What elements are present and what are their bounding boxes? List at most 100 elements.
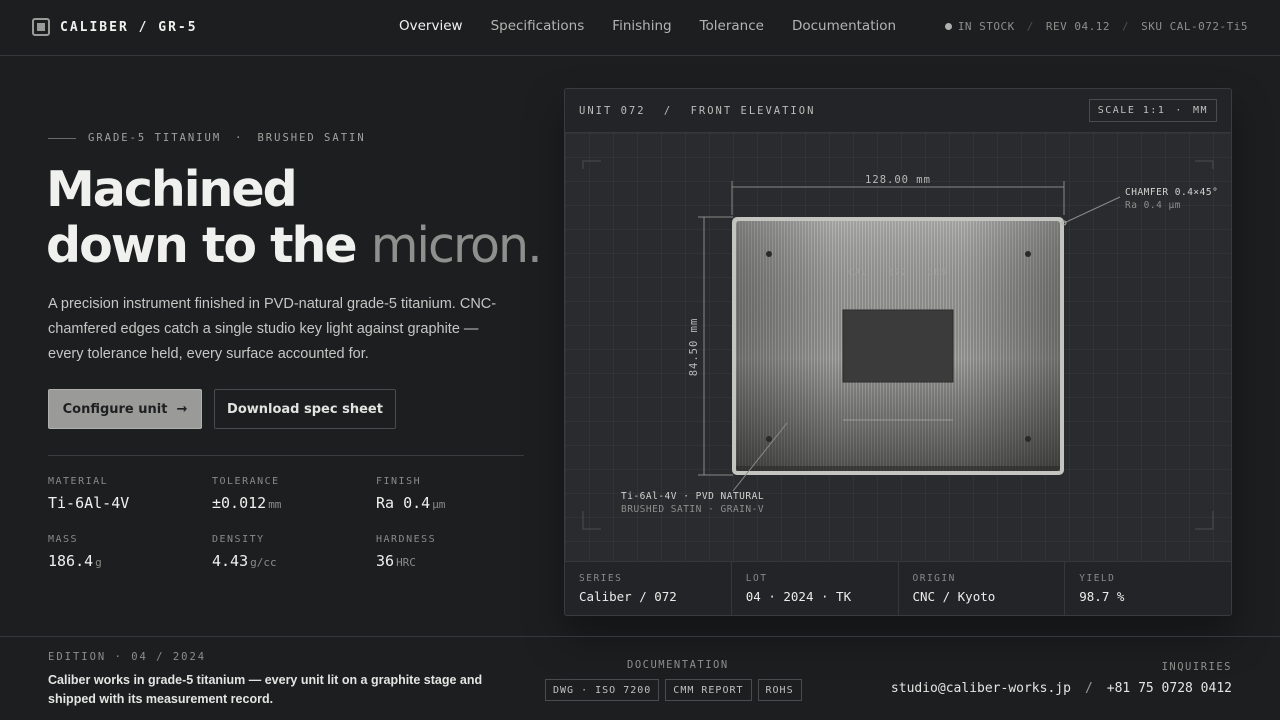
- spec-label: TOLERANCE: [212, 476, 280, 487]
- spec-number: 186.4: [48, 552, 94, 570]
- metric-series: SERIES Caliber / 072: [565, 562, 732, 615]
- hero-description: A precision instrument finished in PVD-n…: [48, 296, 497, 362]
- scale-separator: ·: [1175, 105, 1183, 116]
- metric-value: 98.7 %: [1079, 589, 1125, 604]
- metric-lot: LOT 04 · 2024 · TK: [732, 562, 899, 615]
- spec-unit: g: [95, 556, 102, 569]
- spec-number: 4.43: [212, 552, 249, 570]
- spec-value: Ti-6Al-4V: [48, 494, 131, 512]
- chamfer-callout: CHAMFER 0.4×45°: [1125, 187, 1218, 198]
- spec-unit: mm: [268, 498, 282, 511]
- footer-blurb: Caliber works in grade-5 titanium — ever…: [48, 673, 483, 706]
- scale-ratio: SCALE 1:1: [1097, 105, 1166, 116]
- plate-engraving: CAL · 072 · GR5: [848, 268, 947, 278]
- brand[interactable]: CALIBER / GR-5: [32, 18, 198, 36]
- spec-finish: FINISH Ra 0.4 µm: [376, 476, 445, 512]
- spec-material: MATERIAL Ti-6Al-4V: [48, 476, 131, 512]
- doc-tag-drawing[interactable]: DWG · ISO 7200: [545, 679, 660, 701]
- metric-value: CNC / Kyoto: [912, 589, 996, 604]
- width-dimension: [731, 181, 1065, 215]
- email-link[interactable]: studio@caliber-works.jp: [891, 681, 1071, 696]
- doc-tag-cmm-report[interactable]: CMM REPORT: [665, 679, 752, 701]
- drawing-canvas: 128.00 mm 84.50 mm CAL · 072 · GR5 CHAMF…: [565, 133, 1231, 561]
- specs-divider: [48, 455, 524, 456]
- headline-accent: micron.: [370, 217, 543, 274]
- material-callout: Ti-6Al-4V · PVD NATURAL: [621, 491, 764, 502]
- spec-mass: MASS 186.4 g: [48, 534, 102, 570]
- documentation-tags: DWG · ISO 7200 CMM REPORT ROHS: [545, 679, 808, 701]
- technical-drawing: 128.00 mm 84.50 mm CAL · 072 · GR5 CHAMF…: [582, 160, 1218, 530]
- contact-separator: /: [1084, 681, 1093, 696]
- metric-label: LOT: [745, 573, 768, 584]
- spec-number: 36: [376, 552, 395, 570]
- headline-line-1: Machined: [46, 161, 298, 218]
- contact-info: studio@caliber-works.jp / +81 75 0728 04…: [891, 681, 1232, 696]
- meta-separator: /: [1026, 20, 1034, 33]
- unit-label: UNIT 072: [579, 105, 646, 117]
- nav-meta: IN STOCK / REV 04.12 / SKU CAL-072-Ti5: [944, 20, 1248, 33]
- metric-label: SERIES: [579, 573, 623, 584]
- sku-label: SKU CAL-072-Ti5: [1141, 20, 1248, 33]
- spec-value: 36 HRC: [376, 552, 436, 570]
- panel-metrics: SERIES Caliber / 072 LOT 04 · 2024 · TK ORIG…: [565, 561, 1231, 615]
- documentation-label: DOCUMENTATION: [627, 659, 729, 671]
- metric-origin: ORIGIN CNC / Kyoto: [899, 562, 1066, 615]
- spec-number: Ti-6Al-4V: [48, 494, 130, 512]
- nav-link-documentation[interactable]: Documentation: [792, 18, 896, 34]
- download-spec-sheet-button[interactable]: Download spec sheet: [214, 389, 396, 429]
- spec-unit: µm: [432, 498, 446, 511]
- nav-link-overview[interactable]: Overview: [399, 18, 463, 34]
- hero-eyebrow: GRADE-5 TITANIUM · BRUSHED SATIN: [48, 132, 366, 144]
- spec-label: DENSITY: [212, 534, 265, 545]
- eyebrow-material: GRADE-5 TITANIUM: [88, 132, 222, 144]
- status-dot-icon: [944, 23, 952, 30]
- drawing-panel: UNIT 072 / FRONT ELEVATION SCALE 1:1 · M…: [564, 88, 1232, 616]
- spec-value: 4.43 g/cc: [212, 552, 277, 570]
- eyebrow-finish: BRUSHED SATIN: [257, 132, 366, 144]
- title-separator: /: [663, 105, 673, 117]
- scale-unit: MM: [1192, 105, 1208, 116]
- spec-hardness: HARDNESS 36 HRC: [376, 534, 436, 570]
- doc-tag-rohs[interactable]: ROHS: [757, 679, 802, 701]
- material-finish: BRUSHED SATIN · GRAIN-V: [621, 504, 764, 515]
- configure-unit-button[interactable]: Configure unit →: [48, 389, 202, 429]
- spec-label: FINISH: [376, 476, 422, 487]
- footer: EDITION · 04 / 2024 Caliber works in gra…: [0, 636, 1280, 720]
- inquiries-label: INQUIRIES: [1161, 661, 1232, 673]
- spec-number: ±0.012: [212, 494, 267, 512]
- main-nav: Overview Specifications Finishing Tolera…: [399, 18, 924, 34]
- nav-link-finishing[interactable]: Finishing: [612, 18, 671, 34]
- metric-yield: YIELD 98.7 %: [1065, 562, 1231, 615]
- eyebrow-rule: [48, 137, 76, 139]
- hero-headline: Machined down to the micron.: [46, 161, 543, 274]
- eyebrow-separator: ·: [235, 132, 244, 144]
- spec-unit: g/cc: [250, 556, 277, 569]
- metric-label: ORIGIN: [912, 573, 956, 584]
- panel-header: UNIT 072 / FRONT ELEVATION SCALE 1:1 · M…: [565, 89, 1231, 133]
- chamfer-leader: [1063, 196, 1121, 224]
- height-dimension-label: 84.50 mm: [688, 318, 700, 377]
- scale-badge[interactable]: SCALE 1:1 · MM: [1088, 99, 1217, 122]
- panel-title: UNIT 072 / FRONT ELEVATION: [579, 105, 815, 117]
- width-dimension-label: 128.00 mm: [865, 174, 931, 186]
- spec-unit: HRC: [396, 556, 416, 569]
- brand-logo-icon: [32, 18, 50, 36]
- nav-link-specifications[interactable]: Specifications: [491, 18, 585, 34]
- top-nav: CALIBER / GR-5 Overview Specifications F…: [0, 0, 1280, 56]
- metric-value: Caliber / 072: [579, 589, 677, 604]
- headline-line-2: down to the: [46, 217, 358, 274]
- metric-value: 04 · 2024 · TK: [745, 589, 852, 604]
- spec-value: ±0.012 mm: [212, 494, 281, 512]
- spec-value: 186.4 g: [48, 552, 102, 570]
- titanium-plate: [732, 217, 1064, 475]
- spec-tolerance: TOLERANCE ±0.012 mm: [212, 476, 281, 512]
- spec-value: Ra 0.4 µm: [376, 494, 445, 512]
- phone-link[interactable]: +81 75 0728 0412: [1107, 681, 1232, 696]
- edition-label: EDITION · 04 / 2024: [48, 651, 207, 663]
- nav-link-tolerance[interactable]: Tolerance: [700, 18, 764, 34]
- spec-label: MASS: [48, 534, 79, 545]
- brand-name: CALIBER / GR-5: [60, 19, 198, 35]
- metric-label: YIELD: [1079, 573, 1116, 584]
- spec-number: Ra 0.4: [376, 494, 431, 512]
- chamfer-finish: Ra 0.4 µm: [1125, 200, 1181, 211]
